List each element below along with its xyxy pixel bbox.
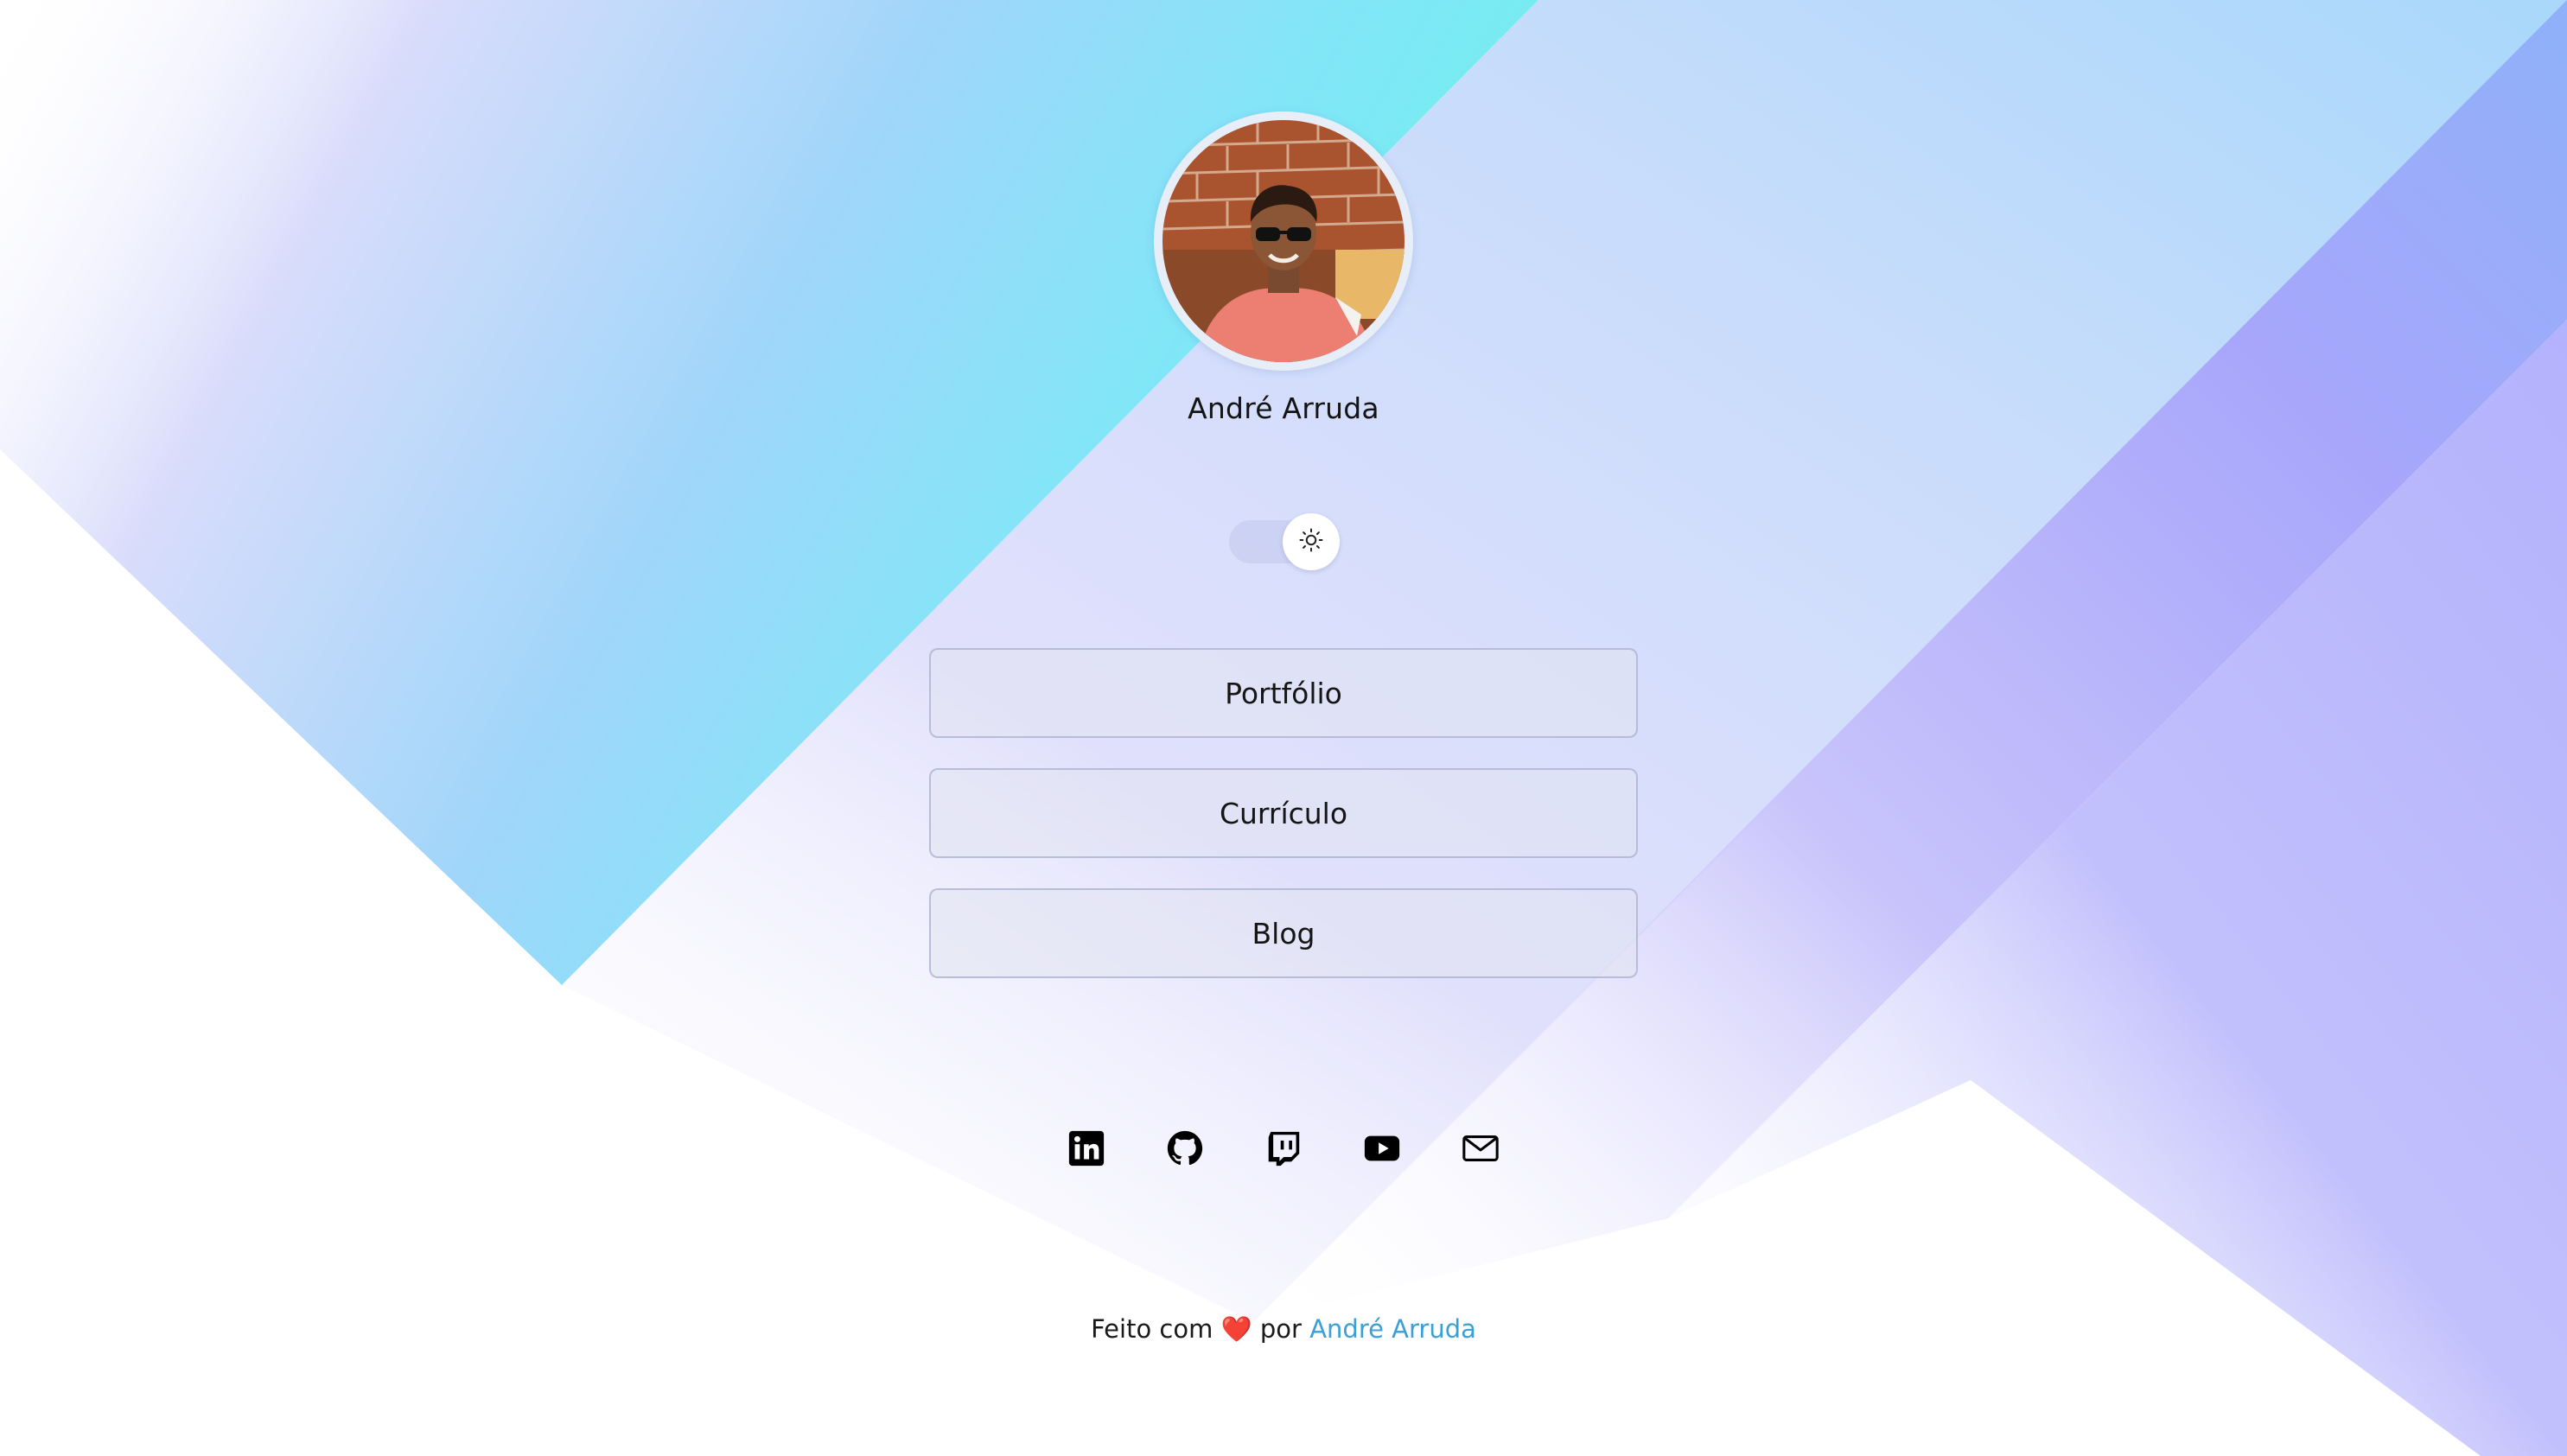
sun-icon <box>1298 527 1324 556</box>
author-link[interactable]: André Arruda <box>1309 1314 1476 1344</box>
mail-icon[interactable] <box>1461 1129 1500 1168</box>
github-icon[interactable] <box>1165 1129 1205 1168</box>
profile-photo <box>1162 120 1405 362</box>
youtube-icon[interactable] <box>1362 1129 1402 1168</box>
avatar <box>1154 111 1413 371</box>
blog-button[interactable]: Blog <box>929 888 1638 978</box>
twitch-icon[interactable] <box>1264 1129 1303 1168</box>
footer: Feito com ❤️ por André Arruda <box>0 1314 2567 1345</box>
profile-name: André Arruda <box>1188 391 1379 425</box>
curriculum-button[interactable]: Currículo <box>929 768 1638 858</box>
toggle-knob[interactable] <box>1283 513 1340 570</box>
page: André Arruda Portfólio Currículo Blog Fe… <box>0 0 2567 1456</box>
linkedin-icon[interactable] <box>1067 1129 1106 1168</box>
footer-middle: por <box>1259 1314 1302 1344</box>
heart-icon: ❤️ <box>1220 1314 1252 1344</box>
social-links <box>0 1129 2567 1168</box>
footer-prefix: Feito com <box>1091 1314 1213 1344</box>
portfolio-button[interactable]: Portfólio <box>929 648 1638 738</box>
theme-toggle[interactable] <box>1229 513 1340 570</box>
